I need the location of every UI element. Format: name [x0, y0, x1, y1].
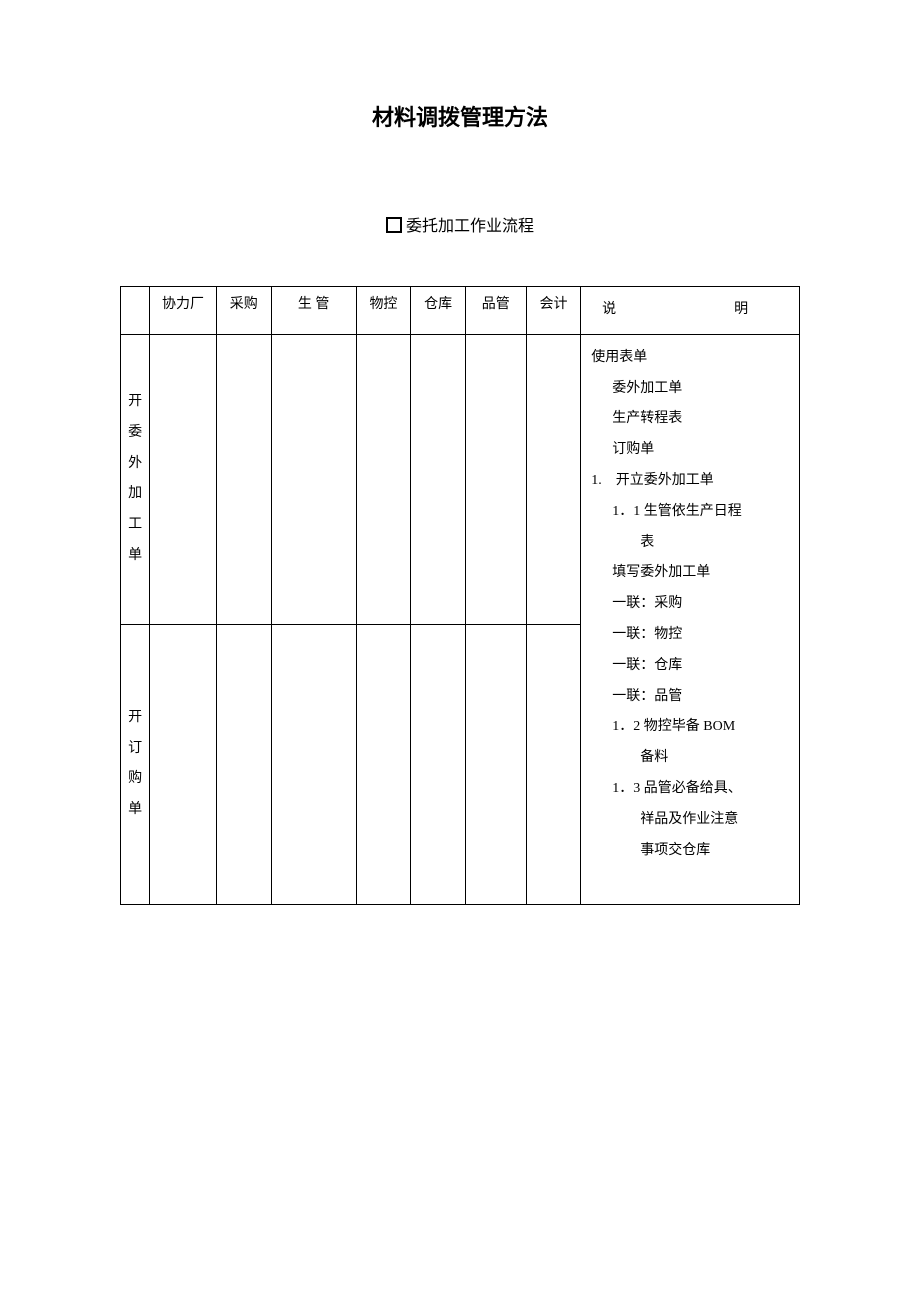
row1-label-text: 开委外加工单 — [125, 387, 145, 572]
subtitle: 委托加工作业流程 — [120, 212, 800, 236]
row2-col1 — [150, 624, 217, 904]
workflow-table: 协力厂 采购 生 管 物控 仓库 品管 会计 说 明 开委外加工单 使用表单 委… — [120, 286, 800, 905]
header-col8: 说 明 — [581, 287, 800, 335]
header-col2: 采购 — [216, 287, 271, 335]
row1-col5 — [411, 334, 466, 624]
row1-label: 开委外加工单 — [121, 334, 150, 624]
desc-line6: 1．1 生管依生产日程 — [591, 497, 789, 528]
desc-line2: 委外加工单 — [591, 374, 789, 405]
desc-line5: 1. 开立委外加工单 — [591, 466, 789, 497]
row2-col2 — [216, 624, 271, 904]
row2-label-text: 开订购单 — [125, 703, 145, 826]
desc-line6b: 表 — [591, 528, 789, 559]
row2-label: 开订购单 — [121, 624, 150, 904]
desc-line11: 一联：品管 — [591, 682, 789, 713]
desc-line3: 生产转程表 — [591, 404, 789, 435]
table-header-row: 协力厂 采购 生 管 物控 仓库 品管 会计 说 明 — [121, 287, 800, 335]
row1-col2 — [216, 334, 271, 624]
description-cell: 使用表单 委外加工单 生产转程表 订购单 1. 开立委外加工单 1．1 生管依生… — [581, 334, 800, 904]
desc-line13: 1．3 品管必备给具、 — [591, 774, 789, 805]
checkbox-icon — [386, 217, 402, 233]
desc-line12: 1．2 物控毕备 BOM — [591, 712, 789, 743]
row1-col4 — [356, 334, 411, 624]
desc-line9: 一联：物控 — [591, 620, 789, 651]
header-col5: 仓库 — [411, 287, 466, 335]
row1-col1 — [150, 334, 217, 624]
row1-col6 — [465, 334, 526, 624]
row2-col4 — [356, 624, 411, 904]
header-col4: 物控 — [356, 287, 411, 335]
subtitle-text: 委托加工作业流程 — [406, 218, 534, 235]
header-col3: 生 管 — [271, 287, 356, 335]
header-col7: 会计 — [526, 287, 581, 335]
desc-line10: 一联：仓库 — [591, 651, 789, 682]
page-title: 材料调拨管理方法 — [120, 100, 800, 132]
desc-line7: 填写委外加工单 — [591, 558, 789, 589]
header-col1: 协力厂 — [150, 287, 217, 335]
row2-col5 — [411, 624, 466, 904]
header-col6: 品管 — [465, 287, 526, 335]
row2-col3 — [271, 624, 356, 904]
row1-col7 — [526, 334, 581, 624]
row2-col7 — [526, 624, 581, 904]
desc-line13b: 祥品及作业注意 — [591, 805, 789, 836]
row1-col3 — [271, 334, 356, 624]
desc-line4: 订购单 — [591, 435, 789, 466]
header-empty — [121, 287, 150, 335]
desc-line1: 使用表单 — [591, 343, 789, 374]
desc-line12b: 备料 — [591, 743, 789, 774]
row2-col6 — [465, 624, 526, 904]
table-row: 开委外加工单 使用表单 委外加工单 生产转程表 订购单 1. 开立委外加工单 1… — [121, 334, 800, 624]
desc-line13c: 事项交仓库 — [591, 836, 789, 867]
desc-line8: 一联：采购 — [591, 589, 789, 620]
